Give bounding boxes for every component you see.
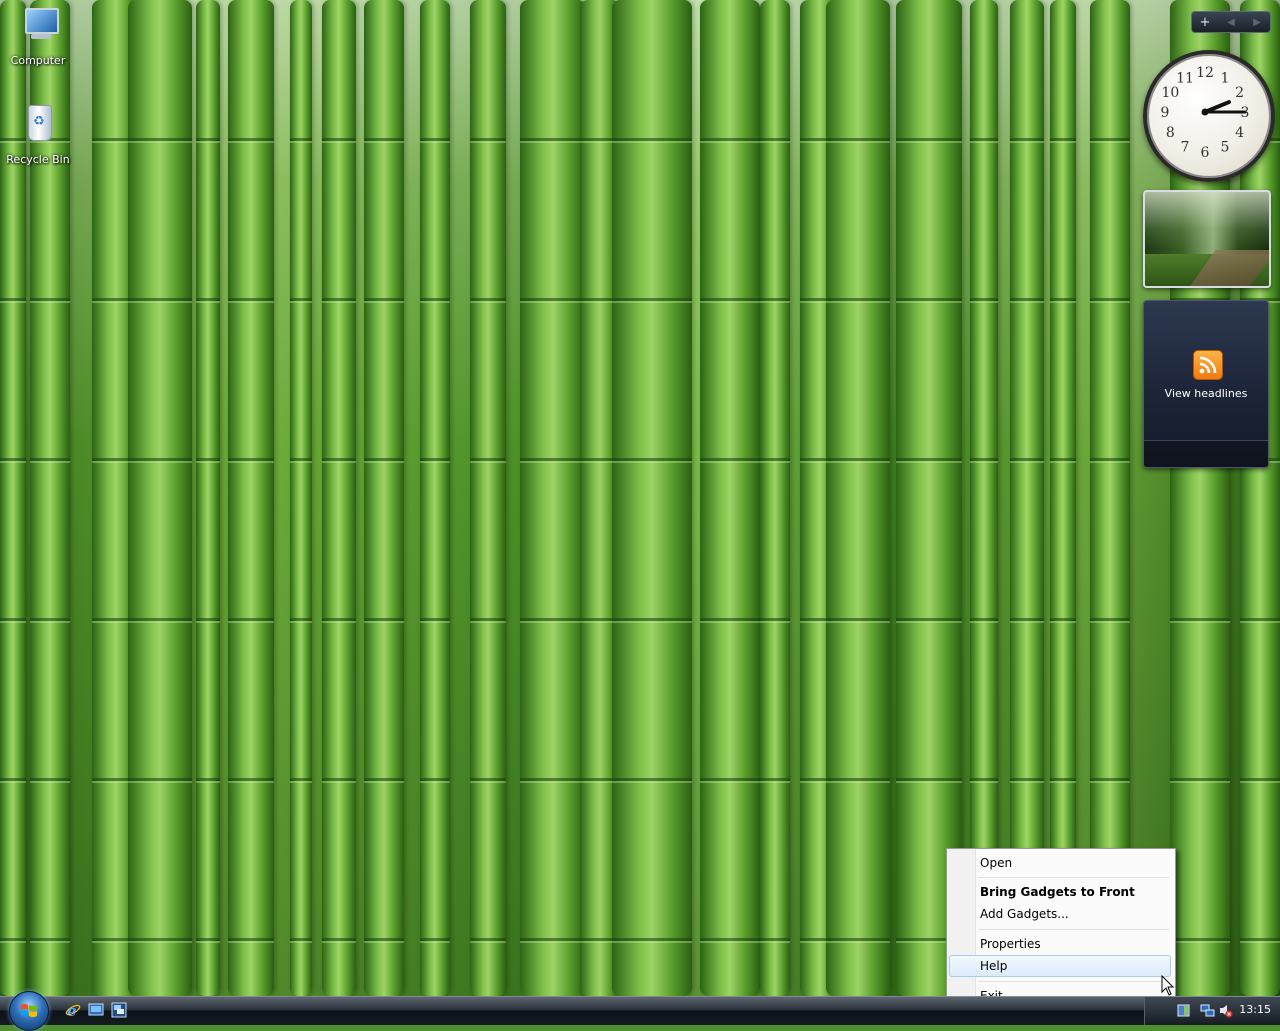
bamboo-stalk — [290, 0, 312, 996]
clock-number: 8 — [1166, 125, 1175, 141]
desktop-icon-label: Recycle Bin — [6, 153, 70, 166]
bamboo-stalk — [760, 0, 790, 996]
bamboo-stalk — [826, 0, 890, 996]
sidebar-tray-icon[interactable] — [1176, 1003, 1191, 1018]
desktop-wallpaper — [0, 0, 1280, 996]
bamboo-stalk — [470, 0, 506, 996]
volume-muted-icon[interactable] — [1218, 1003, 1233, 1018]
switch-windows-icon[interactable] — [111, 1002, 127, 1018]
view-headlines-link[interactable]: View headlines — [1144, 387, 1268, 400]
system-tray: 13:15 — [1144, 997, 1280, 1025]
clock-number: 6 — [1201, 145, 1210, 161]
clock-gadget[interactable]: 121234567891011 — [1143, 50, 1275, 182]
clock-number: 11 — [1176, 70, 1194, 86]
windows-logo-icon — [21, 1004, 37, 1017]
menu-item-properties[interactable]: Properties — [949, 933, 1171, 955]
taskbar: e 13:15 — [0, 991, 1280, 1031]
mouse-cursor-icon — [1161, 975, 1175, 996]
menu-separator — [978, 877, 1169, 878]
menu-separator — [978, 929, 1169, 930]
desktop-icon-label: Computer — [10, 54, 66, 67]
clock-number: 12 — [1196, 65, 1214, 81]
clock-face: 121234567891011 — [1161, 65, 1250, 161]
clock-number: 5 — [1221, 140, 1230, 156]
bamboo-stalk — [228, 0, 274, 996]
desktop-icon-recycle-bin[interactable]: ♻ Recycle Bin — [0, 103, 76, 166]
clock-number: 9 — [1161, 105, 1170, 121]
previous-page-button[interactable]: ◀ — [1220, 17, 1242, 28]
bamboo-stalk — [520, 0, 586, 996]
clock-number: 1 — [1221, 70, 1230, 86]
bamboo-stalk — [128, 0, 192, 996]
bamboo-stalk — [420, 0, 450, 996]
rss-icon — [1193, 350, 1223, 380]
slideshow-gadget[interactable] — [1143, 190, 1271, 288]
menu-item-open[interactable]: Open — [949, 852, 1171, 874]
bamboo-stalk — [612, 0, 692, 996]
sidebar-context-menu: Open Bring Gadgets to Front Add Gadgets.… — [946, 848, 1176, 1010]
bamboo-stalk — [196, 0, 220, 996]
start-button[interactable] — [9, 991, 49, 1031]
internet-explorer-icon[interactable]: e — [65, 1002, 81, 1018]
bamboo-stalk — [700, 0, 760, 996]
menu-item-add-gadgets[interactable]: Add Gadgets... — [949, 903, 1171, 925]
taskbar-clock[interactable]: 13:15 — [1239, 1003, 1271, 1016]
menu-item-help[interactable]: Help — [949, 955, 1171, 977]
clock-number: 2 — [1235, 85, 1244, 101]
clock-number: 10 — [1161, 85, 1179, 101]
bamboo-stalk — [322, 0, 356, 996]
menu-item-bring-gadgets-to-front[interactable]: Bring Gadgets to Front — [949, 881, 1171, 903]
clock-center-pin — [1201, 108, 1209, 116]
desktop-icon-computer[interactable]: Computer — [0, 4, 76, 67]
next-page-button[interactable]: ▶ — [1246, 17, 1268, 28]
bamboo-stalk — [364, 0, 404, 996]
bamboo-stalk — [896, 0, 962, 996]
recycle-bin-icon: ♻ — [17, 103, 59, 145]
show-desktop-icon[interactable] — [88, 1002, 104, 1018]
bamboo-stalk — [1010, 0, 1044, 996]
add-gadget-button[interactable]: + — [1194, 15, 1216, 30]
feed-headlines-gadget[interactable]: View headlines — [1143, 300, 1269, 468]
network-icon[interactable] — [1200, 1003, 1215, 1018]
bamboo-stalk — [970, 0, 998, 996]
sidebar-controls: + ◀ ▶ — [1191, 11, 1271, 33]
bamboo-stalk — [1050, 0, 1076, 996]
clock-number: 4 — [1235, 125, 1244, 141]
clock-number: 7 — [1181, 140, 1190, 156]
computer-icon — [17, 4, 59, 46]
bamboo-stalk — [1090, 0, 1130, 996]
menu-separator — [978, 981, 1169, 982]
